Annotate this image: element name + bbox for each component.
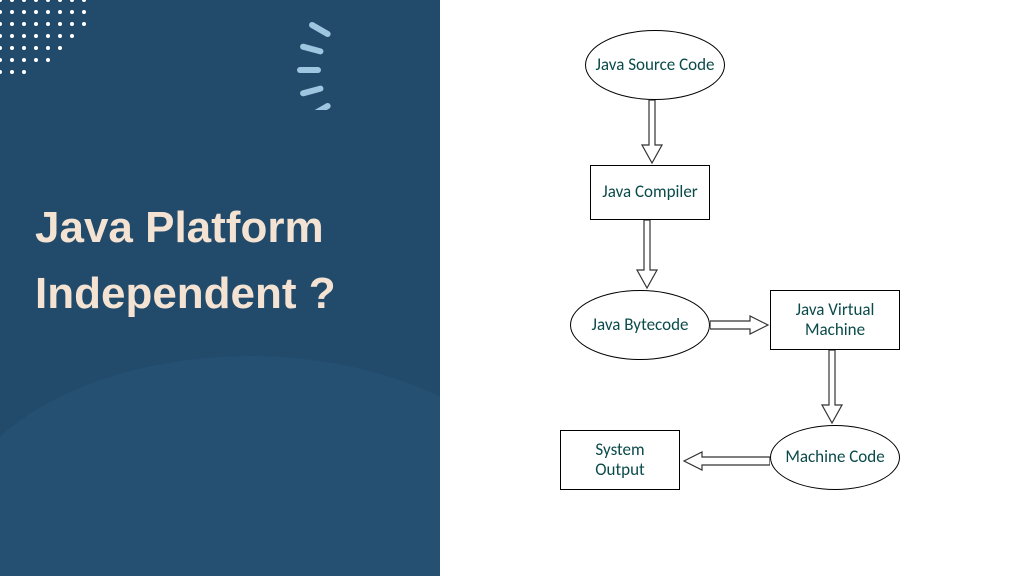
title-panel: Java Platform Independent ? — [0, 0, 440, 576]
arrow-source-to-compiler — [640, 100, 664, 165]
arrow-jvm-to-machine — [820, 350, 844, 425]
node-java-bytecode: Java Bytecode — [570, 290, 710, 360]
node-java-compiler: Java Compiler — [590, 165, 710, 220]
arrow-bytecode-to-jvm — [710, 314, 770, 336]
node-system-output: System Output — [560, 430, 680, 490]
slide-title: Java Platform Independent ? — [35, 195, 440, 327]
arc-dashes-decoration — [290, 10, 440, 110]
node-machine-code: Machine Code — [770, 425, 900, 490]
dot-grid-decoration — [0, 0, 110, 90]
node-jvm: Java Virtual Machine — [770, 290, 900, 350]
node-java-source: Java Source Code — [585, 30, 725, 100]
arrow-compiler-to-bytecode — [635, 220, 659, 290]
wave-decoration — [0, 356, 440, 576]
diagram-panel: Java Source Code Java Compiler Java Byte… — [440, 0, 1024, 576]
arrow-machine-to-output — [680, 450, 770, 472]
